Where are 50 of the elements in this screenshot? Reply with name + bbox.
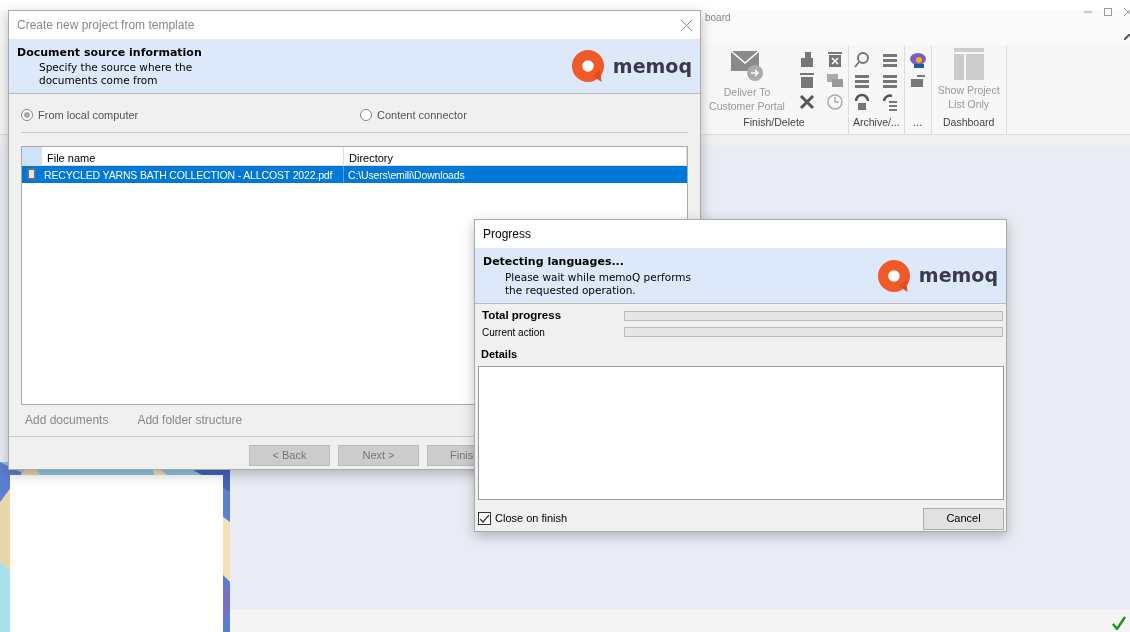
- group-label: Finish/Delete: [742, 115, 806, 131]
- checkbox[interactable]: Close on finish: [478, 510, 568, 527]
- column-header: File name: [42, 146, 344, 165]
- group-label: Archive/...: [853, 115, 900, 131]
- user-cloud-icon[interactable]: [908, 51, 927, 69]
- wizard-button[interactable]: Next >: [338, 444, 419, 466]
- logo-icon: [570, 49, 605, 83]
- cancel-button[interactable]: Cancel: [923, 507, 1004, 530]
- progress-label: Total progress: [482, 308, 563, 324]
- clock-icon[interactable]: [826, 93, 844, 111]
- link-button[interactable]: Add documents: [25, 410, 109, 429]
- delete-icon[interactable]: [798, 93, 816, 111]
- document-icon: [26, 166, 37, 181]
- table-cell-text: C:\Users\emili\Downloads: [347, 167, 466, 183]
- column-header: Directory: [344, 146, 687, 165]
- ribbon-button[interactable]: Show Project List Only: [935, 48, 1002, 112]
- list-icon[interactable]: [853, 72, 871, 90]
- header-subtitle: Please wait while memoQ performs the requested operation.: [504, 270, 692, 297]
- panel-layout-icon: [952, 48, 985, 80]
- collapse-icon[interactable]: [1124, 34, 1130, 40]
- radio-option[interactable]: From local computer: [21, 107, 360, 124]
- checkmark-icon: [1112, 616, 1126, 630]
- header-subtitle: Specify the source where the documents come from: [38, 61, 194, 88]
- ribbon-button[interactable]: Deliver To Customer Portal: [704, 48, 790, 114]
- logo-icon: [876, 258, 911, 293]
- table-cell: RECYCLED YARNS BATH COLLECTION - ALLCOST 2022.pdf: [42, 165, 344, 183]
- logo-text: memoq: [612, 53, 692, 79]
- window-title: board: [705, 11, 731, 25]
- list-icon[interactable]: [881, 51, 899, 69]
- radio-option[interactable]: Content connector: [360, 107, 467, 124]
- magnifier-icon[interactable]: [853, 51, 871, 69]
- header-title: Document source information: [17, 44, 202, 61]
- wizard-button[interactable]: Finis: [427, 444, 475, 466]
- close-icon[interactable]: [681, 19, 692, 31]
- maximize-icon[interactable]: [1104, 8, 1112, 16]
- progress-label: Current action: [482, 325, 546, 340]
- group-label: ...: [912, 115, 924, 131]
- dialog-title: Progress: [483, 226, 532, 243]
- group-label: Dashboard: [942, 115, 996, 131]
- link-button[interactable]: Add folder structure: [137, 410, 243, 429]
- wizard-button[interactable]: < Back: [249, 444, 330, 466]
- logo-text: memoq: [918, 263, 998, 289]
- monitors-icon[interactable]: [826, 72, 844, 90]
- checkmark-icon: [479, 513, 490, 524]
- envelope-icon: [730, 48, 764, 82]
- list-icon[interactable]: [881, 72, 899, 90]
- section-label: Details: [480, 347, 519, 362]
- dialog-title: Create new project from template: [17, 17, 195, 34]
- header-title: Detecting languages...: [483, 254, 625, 271]
- close-icon[interactable]: [1124, 8, 1130, 16]
